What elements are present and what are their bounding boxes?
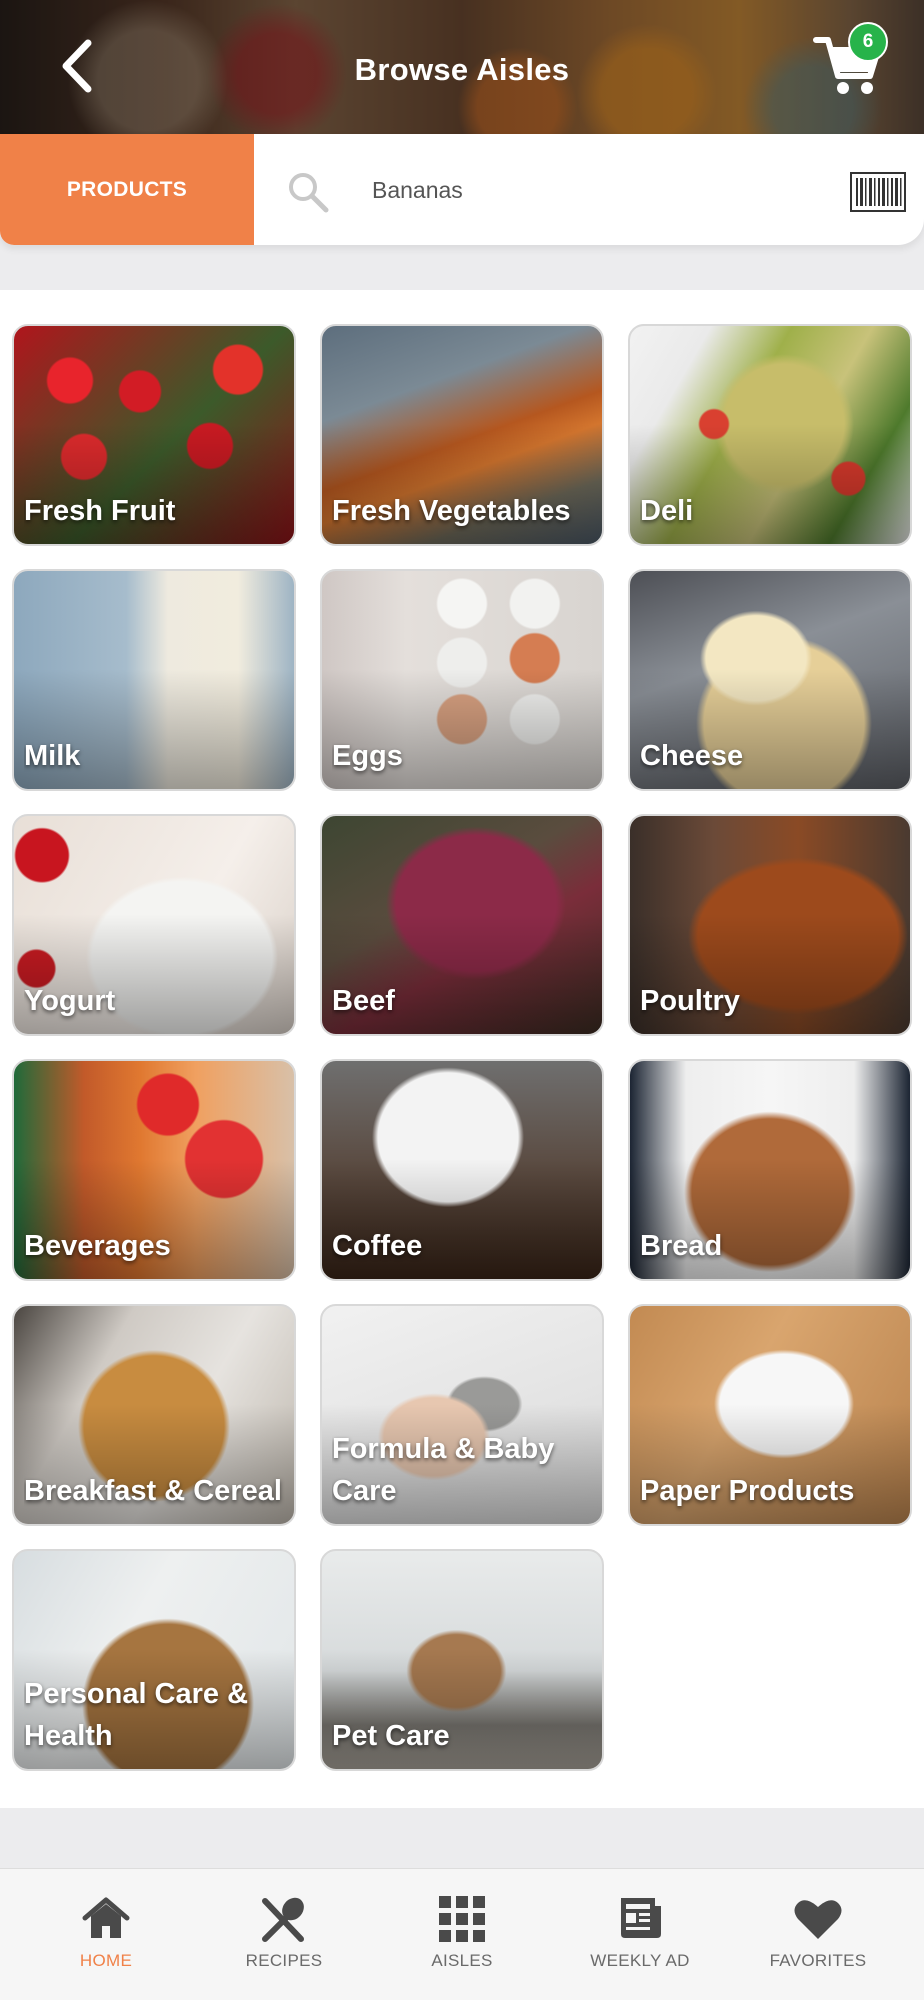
aisle-label: Deli — [640, 495, 694, 527]
nav-recipes[interactable]: RECIPES — [194, 1869, 374, 2000]
aisle-label: Bread — [640, 1230, 723, 1262]
aisle-tile-fresh-fruit[interactable]: Fresh Fruit — [12, 324, 296, 546]
aisle-tile-milk[interactable]: Milk — [12, 569, 296, 791]
nav-label: RECIPES — [245, 1951, 323, 1970]
aisle-tile-cheese[interactable]: Cheese — [628, 569, 912, 791]
nav-favorites[interactable]: FAVORITES — [728, 1869, 908, 2000]
aisle-tile-paper-products[interactable]: Paper Products — [628, 1304, 912, 1526]
products-mode-button[interactable]: PRODUCTS — [0, 134, 254, 245]
newspaper-icon — [621, 1898, 661, 1938]
aisles-section: Fresh Fruit Fresh Vegetables Deli Milk E… — [0, 290, 924, 1808]
aisle-label: Formula & Baby Care — [332, 1433, 555, 1507]
aisle-label: Breakfast & Cereal — [24, 1475, 282, 1507]
aisle-tile-personal-care-health[interactable]: Personal Care & Health — [12, 1549, 296, 1771]
nav-home[interactable]: HOME — [16, 1869, 196, 2000]
aisle-label: Personal Care & Health — [24, 1678, 249, 1752]
aisle-label: Fresh Fruit — [24, 495, 176, 527]
aisle-tile-fresh-vegetables[interactable]: Fresh Vegetables — [320, 324, 604, 546]
nav-label: AISLES — [431, 1951, 493, 1970]
heart-icon — [794, 1900, 842, 1939]
bottom-nav: HOME RECIPES AISLES WEEKLY AD FAVORITES — [0, 1868, 924, 2000]
nav-weekly-ad[interactable]: WEEKLY AD — [550, 1869, 730, 2000]
aisle-label: Yogurt — [24, 985, 116, 1017]
nav-label: HOME — [79, 1951, 133, 1970]
page-title: Browse Aisles — [354, 52, 570, 87]
aisle-tile-breakfast-cereal[interactable]: Breakfast & Cereal — [12, 1304, 296, 1526]
home-icon — [82, 1897, 130, 1938]
aisle-label: Paper Products — [640, 1475, 855, 1507]
aisle-tile-formula-baby-care[interactable]: Formula & Baby Care — [320, 1304, 604, 1526]
aisle-tile-yogurt[interactable]: Yogurt — [12, 814, 296, 1036]
aisle-label: Pet Care — [332, 1720, 450, 1752]
header: Browse Aisles — [0, 0, 924, 134]
aisle-label: Fresh Vegetables — [332, 495, 571, 527]
aisle-label: Poultry — [640, 985, 740, 1017]
aisle-label: Eggs — [332, 740, 403, 772]
aisle-tile-beverages[interactable]: Beverages — [12, 1059, 296, 1281]
search-icon[interactable] — [286, 170, 330, 214]
aisle-label: Beverages — [24, 1230, 171, 1262]
barcode-scan-icon[interactable] — [850, 172, 906, 212]
utensils-icon — [262, 1897, 304, 1942]
aisle-label: Milk — [24, 740, 81, 772]
nav-aisles[interactable]: AISLES — [372, 1869, 552, 2000]
aisle-label: Coffee — [332, 1230, 423, 1262]
aisle-tile-poultry[interactable]: Poultry — [628, 814, 912, 1036]
aisle-label: Beef — [332, 985, 395, 1017]
cart-count-badge: 6 — [848, 22, 888, 62]
aisle-label: Cheese — [640, 740, 744, 772]
aisle-tile-coffee[interactable]: Coffee — [320, 1059, 604, 1281]
aisle-tile-bread[interactable]: Bread — [628, 1059, 912, 1281]
search-bar: PRODUCTS — [0, 134, 924, 245]
aisle-tile-deli[interactable]: Deli — [628, 324, 912, 546]
aisle-tile-pet-care[interactable]: Pet Care — [320, 1549, 604, 1771]
aisle-tile-eggs[interactable]: Eggs — [320, 569, 604, 791]
browse-aisles-screen: Browse Aisles 6 PRODUCTS Bananas Fresh F… — [0, 0, 924, 2000]
grid-icon — [439, 1896, 485, 1942]
nav-label: WEEKLY AD — [590, 1951, 690, 1970]
nav-label: FAVORITES — [769, 1951, 867, 1970]
search-input[interactable] — [372, 170, 812, 210]
aisle-tile-beef[interactable]: Beef — [320, 814, 604, 1036]
